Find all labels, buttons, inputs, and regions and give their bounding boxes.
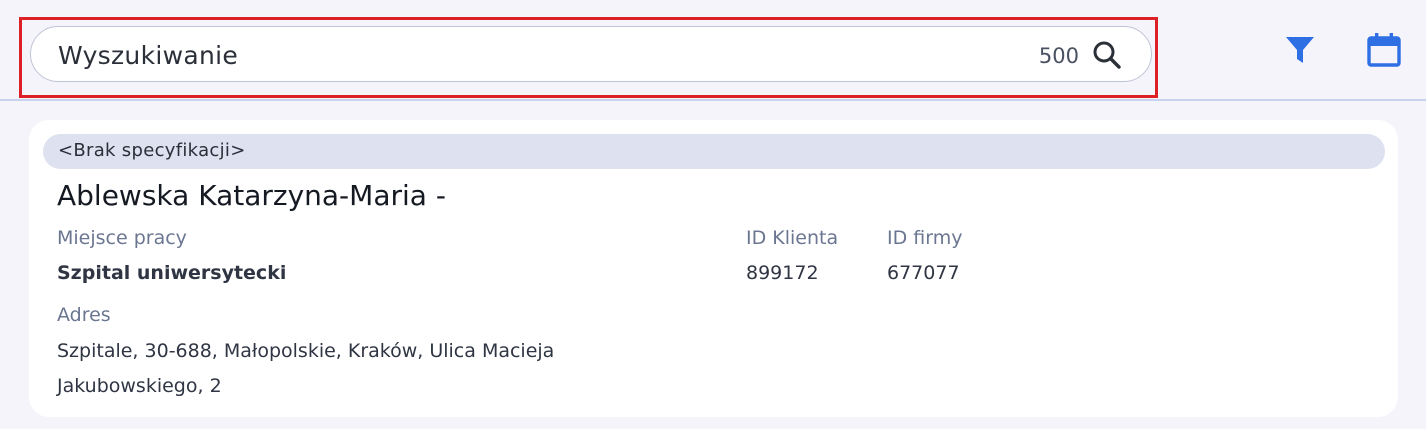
address-line-2: Jakubowskiego, 2 <box>57 375 222 397</box>
search-icon[interactable] <box>1091 39 1123 71</box>
specification-text: <Brak specyfikacji> <box>58 140 246 161</box>
address-line-1: Szpitale, 30-688, Małopolskie, Kraków, U… <box>57 340 555 362</box>
contact-card[interactable]: <Brak specyfikacji> Ablewska Katarzyna-M… <box>29 120 1398 417</box>
search-result-count: 500 <box>1038 44 1079 68</box>
specification-badge: <Brak specyfikacji> <box>43 134 1385 169</box>
workplace-label: Miejsce pracy <box>57 227 187 249</box>
workplace-value: Szpital uniwersytecki <box>57 262 287 284</box>
calendar-icon[interactable] <box>1366 32 1402 68</box>
client-id-value: 899172 <box>746 262 819 284</box>
firm-id-value: 677077 <box>887 262 960 284</box>
search-input[interactable]: Wyszukiwanie 500 <box>30 26 1152 82</box>
top-bar: Wyszukiwanie 500 <box>0 0 1426 101</box>
search-placeholder: Wyszukiwanie <box>58 41 239 70</box>
address-label: Adres <box>57 304 111 326</box>
firm-id-label: ID firmy <box>887 227 963 249</box>
contact-name: Ablewska Katarzyna-Maria - <box>57 179 446 212</box>
client-id-label: ID Klienta <box>746 227 839 249</box>
filter-icon[interactable] <box>1284 34 1316 66</box>
